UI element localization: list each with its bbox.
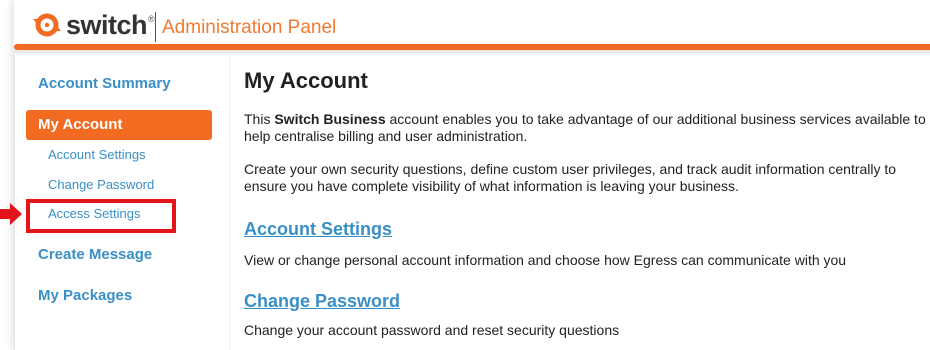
sidebar-subitem-account-settings[interactable]: Account Settings bbox=[48, 147, 146, 162]
header-separator bbox=[155, 12, 156, 42]
annotation-highlight-box bbox=[26, 199, 176, 233]
change-password-description: Change your account password and reset s… bbox=[244, 322, 620, 338]
panel-title: Administration Panel bbox=[162, 17, 337, 38]
sidebar-item-my-packages[interactable]: My Packages bbox=[38, 287, 132, 304]
column-divider bbox=[229, 56, 230, 350]
sidebar-item-label: My Account bbox=[38, 116, 123, 133]
trademark-symbol: ® bbox=[148, 14, 155, 24]
sidebar-item-create-message[interactable]: Create Message bbox=[38, 246, 152, 263]
header-shadow-bar bbox=[14, 50, 930, 53]
page-title: My Account bbox=[244, 68, 368, 93]
header: switch ® Administration Panel bbox=[14, 0, 930, 48]
change-password-link[interactable]: Change Password bbox=[244, 291, 400, 312]
intro-paragraph: This Switch Business account enables you… bbox=[244, 111, 928, 145]
sidebar-item-account-summary[interactable]: Account Summary bbox=[38, 75, 171, 92]
red-arrow-icon bbox=[0, 203, 22, 225]
sidebar-item-my-account[interactable]: My Account bbox=[26, 110, 212, 140]
description-paragraph: Create your own security questions, defi… bbox=[244, 161, 897, 194]
account-settings-link[interactable]: Account Settings bbox=[244, 219, 392, 240]
account-settings-description: View or change personal account informat… bbox=[244, 252, 847, 268]
switch-logo-icon bbox=[33, 13, 61, 37]
sidebar-subitem-change-password[interactable]: Change Password bbox=[48, 177, 154, 192]
brand-logo[interactable]: switch ® bbox=[32, 10, 155, 40]
intro-prefix: This bbox=[244, 111, 275, 127]
intro-bold: Switch Business bbox=[274, 111, 386, 127]
brand-name: switch bbox=[66, 10, 148, 40]
